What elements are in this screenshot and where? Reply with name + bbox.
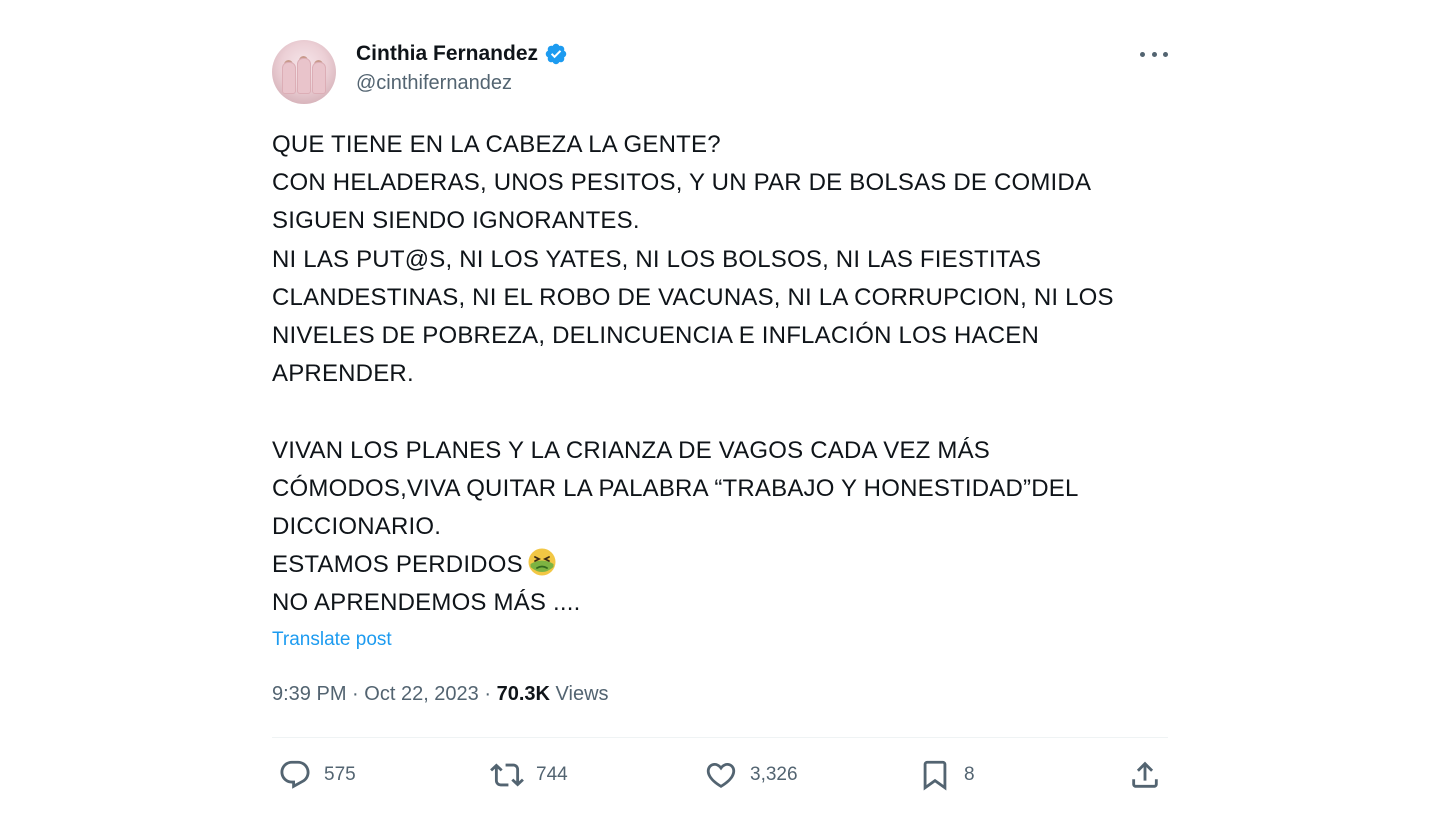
share-icon [1128, 758, 1162, 792]
tweet-line: NIVELES DE POBREZA, DELINCUENCIA E INFLA… [272, 322, 1039, 350]
like-count: 3,326 [750, 763, 798, 785]
action-bar: 575 744 3,326 8 [272, 738, 1168, 814]
author-display-name[interactable]: Cinthia Fernandez [356, 42, 538, 66]
tweet-card: Cinthia Fernandez @cinthifernandez QUE T… [272, 36, 1168, 814]
translate-post-link[interactable]: Translate post [272, 629, 392, 651]
author-handle[interactable]: @cinthifernandez [356, 72, 568, 95]
reply-count: 575 [324, 763, 356, 785]
more-options-icon[interactable] [1140, 44, 1168, 64]
bookmark-count: 8 [964, 763, 975, 785]
meta-separator: · [484, 682, 492, 705]
heart-icon [704, 758, 738, 792]
tweet-line-emoji: ESTAMOS PERDIDOS [272, 546, 1168, 584]
meta-separator: · [352, 682, 359, 705]
author-info: Cinthia Fernandez @cinthifernandez [356, 40, 568, 95]
tweet-line: NO APRENDEMOS MÁS .... [272, 589, 581, 617]
tweet-header: Cinthia Fernandez @cinthifernandez [272, 36, 1168, 106]
share-button[interactable] [1128, 758, 1162, 792]
tweet-line: APRENDER. [272, 360, 414, 388]
bookmark-button[interactable]: 8 [918, 758, 975, 792]
tweet-line: ESTAMOS PERDIDOS [272, 551, 523, 579]
tweet-line: VIVAN LOS PLANES Y LA CRIANZA DE VAGOS C… [272, 436, 991, 464]
tweet-line: NI LAS PUT@S, NI LOS YATES, NI LOS BOLSO… [272, 245, 1042, 273]
tweet-meta: 9:39 PM · Oct 22, 2023 · 70.3K Views [272, 683, 1168, 711]
tweet-line: SIGUEN SIENDO IGNORANTES. [272, 207, 640, 235]
post-time[interactable]: 9:39 PM [272, 683, 346, 705]
tweet-text: QUE TIENE EN LA CABEZA LA GENTE? CON HEL… [272, 126, 1168, 623]
verified-badge-icon [544, 42, 568, 66]
repost-count: 744 [536, 763, 568, 785]
post-date[interactable]: Oct 22, 2023 [364, 683, 479, 705]
tweet-line: QUE TIENE EN LA CABEZA LA GENTE? [272, 131, 721, 158]
paragraph-break [272, 393, 1168, 431]
bookmark-icon [918, 758, 952, 792]
repost-icon [490, 758, 524, 792]
avatar[interactable] [272, 40, 336, 104]
nauseated-face-icon [527, 547, 557, 577]
tweet-line: CLANDESTINAS, NI EL ROBO DE VACUNAS, NI … [272, 283, 1114, 311]
repost-button[interactable]: 744 [490, 758, 568, 792]
tweet-line: DICCIONARIO. [272, 513, 442, 541]
views-label: Views [555, 682, 609, 705]
tweet-line: CON HELADERAS, UNOS PESITOS, Y UN PAR DE… [272, 169, 1092, 197]
tweet-line: CÓMODOS,VIVA QUITAR LA PALABRA “TRABAJO … [272, 474, 1079, 502]
like-button[interactable]: 3,326 [704, 758, 798, 792]
reply-icon [278, 758, 312, 792]
reply-button[interactable]: 575 [278, 758, 356, 792]
views-count: 70.3K [496, 682, 550, 705]
